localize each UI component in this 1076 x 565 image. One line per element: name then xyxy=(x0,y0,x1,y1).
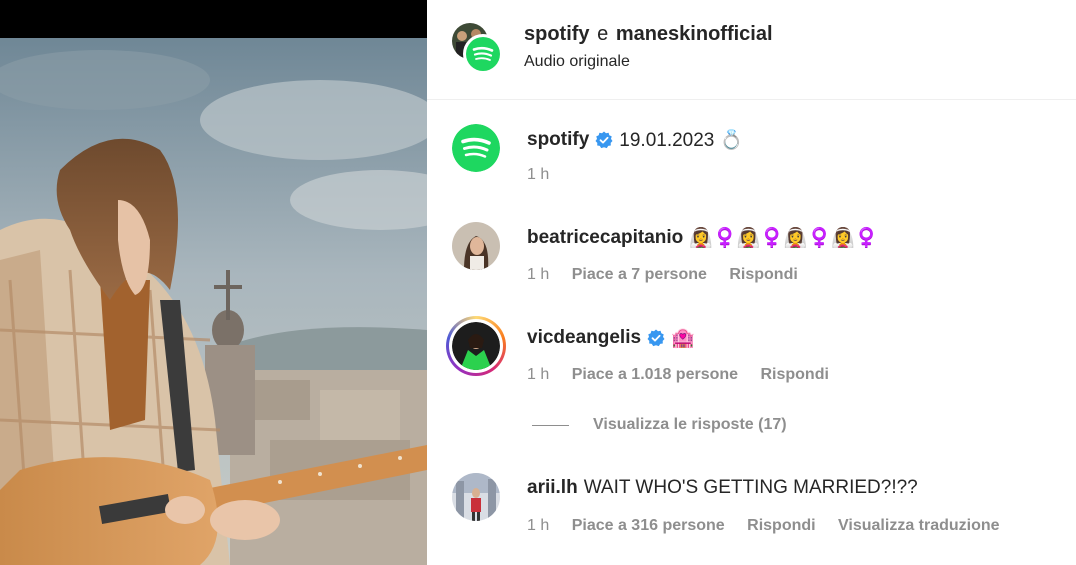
author-maneskin-link[interactable]: maneskinofficial xyxy=(616,23,773,45)
avatar-spotify[interactable] xyxy=(452,124,500,172)
audio-link[interactable]: Audio originale xyxy=(524,53,630,71)
translate-button[interactable]: Visualizza traduzione xyxy=(838,517,1000,534)
user-photo-icon xyxy=(452,322,500,370)
verified-badge-icon xyxy=(647,329,665,347)
view-replies-label: Visualizza le risposte (17) xyxy=(593,416,787,433)
comment-line: arii.lh WAIT WHO'S GETTING MARRIED?!?? xyxy=(527,477,918,499)
comment-line: spotify 19.01.2023 💍 xyxy=(527,128,743,152)
collab-avatars[interactable] xyxy=(452,23,506,74)
comment-meta: 1 h Piace a 7 persone Rispondi xyxy=(527,266,816,284)
comments-panel: spotify e maneskinofficial Audio origina… xyxy=(427,0,1076,565)
comment-meta: 1 h Piace a 316 persone Rispondi Visuali… xyxy=(527,517,1018,535)
avatar-beatricecapitanio[interactable] xyxy=(452,222,500,270)
spotify-avatar-small[interactable] xyxy=(463,34,503,74)
comment-username[interactable]: beatricecapitanio xyxy=(527,227,683,249)
comment-likes-link[interactable]: Piace a 1.018 persone xyxy=(572,366,738,383)
comment-meta: 1 h Piace a 1.018 persone Rispondi xyxy=(527,366,847,384)
comment-time[interactable]: 1 h xyxy=(527,266,549,283)
comment-text: 19.01.2023 💍 xyxy=(619,130,744,151)
comment-line: beatricecapitanio 👰‍♀️♀️👰‍♀️♀️👰‍♀️♀️👰‍♀️… xyxy=(527,226,879,250)
video-frame-image xyxy=(0,0,427,565)
comment-text: 👰‍♀️♀️👰‍♀️♀️👰‍♀️♀️👰‍♀️♀️ xyxy=(689,228,879,249)
reply-button[interactable]: Rispondi xyxy=(747,517,815,534)
author-joiner: e xyxy=(597,23,609,45)
comment-likes-link[interactable]: Piace a 316 persone xyxy=(572,517,725,534)
spotify-logo-icon xyxy=(466,37,500,71)
reply-button[interactable]: Rispondi xyxy=(729,266,797,283)
comment-time[interactable]: 1 h xyxy=(527,166,549,183)
user-photo-icon xyxy=(452,473,500,521)
author-spotify-link[interactable]: spotify xyxy=(524,23,590,45)
comment-time[interactable]: 1 h xyxy=(527,517,549,534)
comment-username[interactable]: vicdeangelis xyxy=(527,327,641,349)
comment-text: WAIT WHO'S GETTING MARRIED?!?? xyxy=(583,477,918,498)
comment-meta: 1 h xyxy=(527,166,567,184)
reel-video[interactable] xyxy=(0,0,427,565)
comment-username[interactable]: spotify xyxy=(527,129,589,151)
comment-time[interactable]: 1 h xyxy=(527,366,549,383)
view-replies-button[interactable]: Visualizza le risposte (17) xyxy=(532,416,787,434)
comment-username[interactable]: arii.lh xyxy=(527,477,578,499)
reply-button[interactable]: Rispondi xyxy=(760,366,828,383)
post-authors: spotify e maneskinofficial xyxy=(524,23,773,46)
post-header: spotify e maneskinofficial Audio origina… xyxy=(427,0,1076,100)
avatar-arii-lh[interactable] xyxy=(452,473,500,521)
comment-line: vicdeangelis 🏩 xyxy=(527,326,695,350)
verified-badge-icon xyxy=(595,131,613,149)
comment-text: 🏩 xyxy=(671,328,695,349)
comment-likes-link[interactable]: Piace a 7 persone xyxy=(572,266,707,283)
story-ring[interactable] xyxy=(446,316,506,376)
spotify-logo-icon xyxy=(452,124,500,172)
user-photo-icon xyxy=(452,222,500,270)
replies-divider xyxy=(532,424,569,426)
